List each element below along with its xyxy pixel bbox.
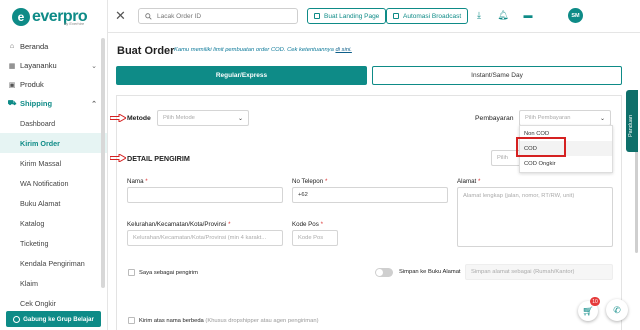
topbar: ✕ Buat Landing Page Automasi Broadcast ⤓… [108, 0, 640, 33]
broadcast-label: Automasi Broadcast [403, 12, 462, 20]
kirim-berbeda-checkbox[interactable] [128, 317, 135, 324]
join-group-label: Gabung ke Grup Belajar [23, 315, 94, 323]
telepon-prefix: +62 [298, 192, 308, 198]
cod-highlight-box [516, 137, 566, 157]
landing-page-icon [314, 13, 320, 19]
sidebar: e everpro by Everhire ⌂ Beranda ▦ Layana… [0, 0, 108, 330]
sidebar-item-label: Shipping [20, 99, 53, 108]
sidebar-subitem-dashboard[interactable]: Dashboard [0, 113, 107, 133]
sidebar-subitem-wa-notification[interactable]: WA Notification [0, 173, 107, 193]
wallet-icon[interactable]: ▬ [523, 10, 533, 20]
alamat-placeholder: Alamat lengkap (jalan, nomor, RT/RW, uni… [463, 193, 575, 199]
whatsapp-icon: ✆ [613, 304, 621, 315]
option-cod-ongkir[interactable]: COD Ongkir [520, 156, 612, 171]
alamat-textarea[interactable]: Alamat lengkap (jalan, nomor, RT/RW, uni… [457, 187, 613, 247]
whatsapp-fab[interactable]: ✆ [606, 299, 628, 321]
chevron-down-icon: ⌄ [237, 116, 243, 122]
detail-pengirim-title: DETAIL PENGIRIM [127, 154, 190, 163]
kelurahan-input[interactable]: Kelurahan/Kecamatan/Kota/Provinsi (min 4… [127, 230, 283, 246]
arrow-right-icon [110, 114, 126, 122]
sidebar-item-label: Layananku [20, 61, 57, 70]
sidebar-subitem-buku-alamat[interactable]: Buku Alamat [0, 193, 107, 213]
sidebar-subitem-ticketing[interactable]: Ticketing [0, 233, 107, 253]
join-group-button[interactable]: Gabung ke Grup Belajar [6, 311, 101, 327]
simpan-alias-placeholder: Simpan alamat sebagai (Rumah/Kantor) [471, 269, 575, 275]
sidebar-nav: ⌂ Beranda ▦ Layananku ⌄ ▣ Produk ⛟ Shipp… [0, 33, 107, 313]
chevron-down-icon: ⌄ [91, 62, 97, 70]
avatar[interactable]: SM [568, 8, 583, 23]
sebagai-pengirim-checkbox[interactable] [128, 269, 135, 276]
kirim-berbeda-label: Kirim atas nama berbeda (Khusus dropship… [139, 318, 319, 324]
everpro-logo-icon: e [12, 7, 30, 26]
simpan-label: Simpan ke Buku Alamat [399, 269, 461, 275]
kodepos-label: Kode Pos * [292, 221, 323, 228]
telepon-label: No Telepon * [292, 178, 328, 185]
metode-label: Metode [127, 115, 151, 122]
close-icon[interactable]: ✕ [115, 9, 126, 22]
order-limit-note: Kamu memiliki limit pembuatan order COD.… [174, 47, 352, 53]
sidebar-item-layananku[interactable]: ▦ Layananku ⌄ [0, 56, 107, 75]
broadcast-icon [393, 13, 399, 19]
landing-page-label: Buat Landing Page [324, 12, 380, 20]
download-icon[interactable]: ⤓ [474, 10, 484, 20]
sidebar-subitem-kirim-massal[interactable]: Kirim Massal [0, 153, 107, 173]
main-content: Buat Order Kamu memiliki limit pembuatan… [108, 33, 640, 330]
tab-instant-same-day[interactable]: Instant/Same Day [372, 66, 622, 85]
metode-select[interactable]: Pilih Metode ⌄ [157, 110, 249, 126]
home-icon: ⌂ [9, 43, 15, 50]
pembayaran-label: Pembayaran [475, 115, 514, 122]
sidebar-item-beranda[interactable]: ⌂ Beranda [0, 37, 107, 56]
search-input[interactable] [157, 12, 287, 20]
search-icon [145, 12, 152, 20]
sebagai-pengirim-label: Saya sebagai pengirim [139, 270, 198, 276]
alamat-label: Alamat * [457, 178, 481, 185]
cart-badge: 10 [590, 297, 600, 306]
truck-icon: ⛟ [7, 100, 17, 107]
kodepos-input[interactable]: Kode Pos [292, 230, 338, 246]
whatsapp-icon [13, 315, 21, 323]
simpan-alias-input[interactable]: Simpan alamat sebagai (Rumah/Kantor) [465, 264, 613, 280]
order-limit-text: Kamu memiliki limit pembuatan order COD.… [174, 47, 334, 53]
sidebar-item-label: Produk [20, 80, 44, 89]
nama-label: Nama * [127, 178, 148, 185]
sidebar-subitem-kendala-pengiriman[interactable]: Kendala Pengiriman [0, 253, 107, 273]
kelurahan-label: Kelurahan/Kecamatan/Kota/Provinsi * [127, 221, 231, 228]
simpan-toggle[interactable] [375, 268, 393, 277]
grid-icon: ▦ [8, 62, 16, 70]
box-icon: ▣ [8, 81, 16, 89]
sidebar-subitem-katalog[interactable]: Katalog [0, 213, 107, 233]
metode-placeholder: Pilih Metode [163, 115, 195, 121]
arrow-right-icon [110, 154, 126, 162]
order-limit-link[interactable]: di sini. [335, 47, 351, 53]
search-box[interactable] [138, 8, 298, 24]
sidebar-scrollbar[interactable] [101, 38, 105, 288]
nama-input[interactable] [127, 187, 283, 203]
sidebar-item-produk[interactable]: ▣ Produk [0, 75, 107, 94]
kelurahan-placeholder: Kelurahan/Kecamatan/Kota/Provinsi (min 4… [133, 235, 267, 241]
panduan-tab[interactable]: Panduan [626, 90, 638, 152]
cart-icon: 🛒︎ [582, 305, 594, 316]
chevron-down-icon: ⌄ [599, 116, 605, 122]
sidebar-subitem-kirim-order[interactable]: Kirim Order [0, 133, 107, 153]
pembayaran-select[interactable]: Pilih Pembayaran ⌄ [519, 110, 611, 126]
page-title: Buat Order [117, 45, 175, 57]
bell-icon[interactable]: 🔔︎ [497, 10, 508, 20]
landing-page-button[interactable]: Buat Landing Page [307, 8, 387, 24]
broadcast-button[interactable]: Automasi Broadcast [386, 8, 469, 24]
chevron-up-icon: ⌃ [91, 100, 97, 108]
kodepos-placeholder: Kode Pos [298, 235, 324, 241]
sidebar-item-shipping[interactable]: ⛟ Shipping ⌃ [0, 94, 107, 113]
panduan-label: Panduan [628, 114, 634, 137]
address-book-placeholder: Pilih [497, 155, 508, 161]
pembayaran-placeholder: Pilih Pembayaran [525, 115, 571, 121]
sidebar-subitem-klaim[interactable]: Klaim [0, 273, 107, 293]
tab-regular-express[interactable]: Regular/Express [116, 66, 367, 85]
sidebar-subitem-cek-ongkir[interactable]: Cek Ongkir [0, 293, 107, 313]
brand-sub: by Everhire [64, 21, 85, 26]
brand-logo[interactable]: e everpro [0, 0, 107, 33]
sidebar-item-label: Beranda [20, 42, 49, 51]
telepon-input[interactable]: +62 [292, 187, 448, 203]
